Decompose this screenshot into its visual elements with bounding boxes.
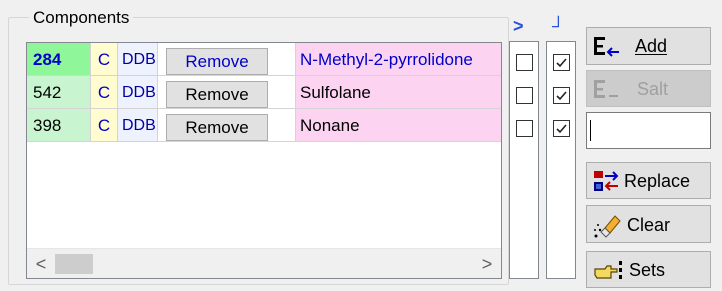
salt-button[interactable]: Salt — [586, 70, 711, 107]
column-header-1: > — [513, 16, 524, 36]
column-header-2: ┘ — [552, 16, 565, 36]
component-source[interactable]: DDB — [118, 76, 158, 109]
remove-button[interactable]: Remove — [166, 81, 268, 108]
component-id[interactable]: 284 — [27, 43, 91, 76]
salt-button-label: Salt — [637, 79, 669, 99]
table-row[interactable]: 284 C DDB Remove N-Methyl-2-pyrrolidone — [27, 43, 501, 76]
replace-icon — [594, 171, 619, 191]
group-title: Components — [29, 7, 134, 29]
components-grid[interactable]: 284 C DDB Remove N-Methyl-2-pyrrolidone … — [26, 42, 502, 279]
replace-button[interactable]: Replace — [586, 162, 711, 199]
remove-button[interactable]: Remove — [166, 114, 268, 141]
component-source[interactable]: DDB — [118, 43, 158, 76]
checkmark-icon — [556, 124, 567, 134]
remove-button[interactable]: Remove — [166, 48, 268, 75]
component-name[interactable]: Sulfolane — [296, 76, 501, 109]
check-column-1 — [509, 41, 539, 279]
sets-button-label: Sets — [629, 260, 666, 280]
component-id[interactable]: 398 — [27, 109, 91, 142]
remove-cell: Remove — [158, 109, 296, 142]
remove-cell: Remove — [158, 76, 296, 109]
component-name[interactable]: Nonane — [296, 109, 501, 142]
row3-col2-checkbox[interactable] — [553, 120, 570, 137]
add-button[interactable]: Add — [586, 27, 711, 65]
component-phase[interactable]: C — [91, 43, 118, 76]
row2-col2-checkbox[interactable] — [553, 87, 570, 104]
component-phase[interactable]: C — [91, 76, 118, 109]
check-column-2 — [546, 41, 576, 279]
scroll-left-button[interactable]: < — [27, 249, 55, 278]
checkmark-icon — [556, 91, 567, 101]
component-search-input[interactable] — [586, 112, 711, 149]
sets-button[interactable]: Sets — [586, 251, 711, 288]
remove-cell: Remove — [158, 43, 296, 76]
salt-icon — [594, 80, 618, 98]
scrollbar-thumb[interactable] — [55, 254, 93, 274]
replace-button-label: Replace — [624, 171, 691, 191]
row3-col1-checkbox[interactable] — [516, 120, 533, 137]
clear-button-label: Clear — [627, 215, 671, 235]
text-caret — [590, 120, 591, 141]
row1-col2-checkbox[interactable] — [553, 54, 570, 71]
component-phase[interactable]: C — [91, 109, 118, 142]
checkmark-icon — [556, 58, 567, 68]
table-row[interactable]: 398 C DDB Remove Nonane — [27, 109, 501, 142]
add-component-icon — [594, 37, 619, 57]
row2-col1-checkbox[interactable] — [516, 87, 533, 104]
component-id[interactable]: 542 — [27, 76, 91, 109]
component-source[interactable]: DDB — [118, 109, 158, 142]
table-row[interactable]: 542 C DDB Remove Sulfolane — [27, 76, 501, 109]
pointing-hand-icon — [594, 261, 622, 279]
clear-button[interactable]: Clear — [586, 205, 711, 243]
scroll-right-button[interactable]: > — [473, 249, 501, 278]
row1-col1-checkbox[interactable] — [516, 54, 533, 71]
add-button-label: Add — [635, 36, 668, 56]
eraser-icon — [594, 215, 621, 238]
horizontal-scrollbar[interactable]: < > — [27, 248, 501, 278]
component-name[interactable]: N-Methyl-2-pyrrolidone — [296, 43, 501, 76]
